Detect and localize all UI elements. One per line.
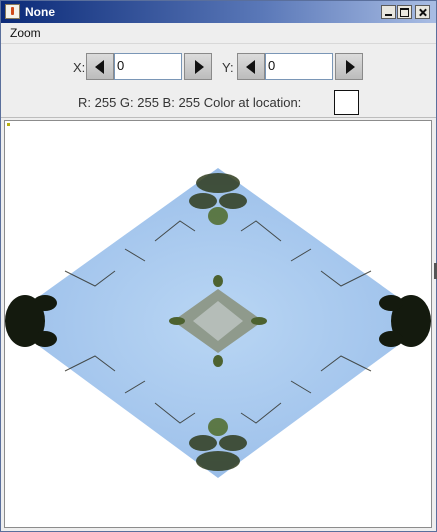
coordinate-controls: X: 0 Y: 0 (1, 48, 436, 84)
menu-bar: Zoom (1, 23, 436, 44)
y-label: Y: (222, 60, 234, 75)
title-bar[interactable]: None (1, 1, 436, 23)
color-info-row: R: 255 G: 255 B: 255 Color at location: (1, 87, 436, 118)
y-increment-button[interactable] (335, 53, 363, 80)
left-arrow-icon (95, 60, 104, 74)
minimize-button[interactable] (381, 5, 396, 19)
rgb-readout: R: 255 G: 255 B: 255 Color at location: (78, 95, 302, 110)
window-title: None (25, 5, 55, 19)
maximize-button[interactable] (397, 5, 412, 19)
x-increment-button[interactable] (184, 53, 212, 80)
y-input[interactable]: 0 (265, 53, 333, 80)
right-arrow-icon (346, 60, 355, 74)
close-button[interactable] (415, 5, 430, 19)
menu-zoom[interactable]: Zoom (10, 26, 41, 40)
java-app-icon (5, 4, 20, 19)
x-input[interactable]: 0 (114, 53, 182, 80)
kaleidoscope-image (5, 168, 431, 478)
left-arrow-icon (246, 60, 255, 74)
color-swatch (334, 90, 359, 115)
right-arrow-icon (195, 60, 204, 74)
y-decrement-button[interactable] (237, 53, 265, 80)
image-canvas[interactable] (4, 120, 432, 528)
app-window: None Zoom X: 0 Y: 0 R: 255 G: 255 B: 255… (0, 0, 437, 532)
x-label: X: (73, 60, 86, 75)
x-decrement-button[interactable] (86, 53, 114, 80)
corner-marker (7, 123, 10, 126)
